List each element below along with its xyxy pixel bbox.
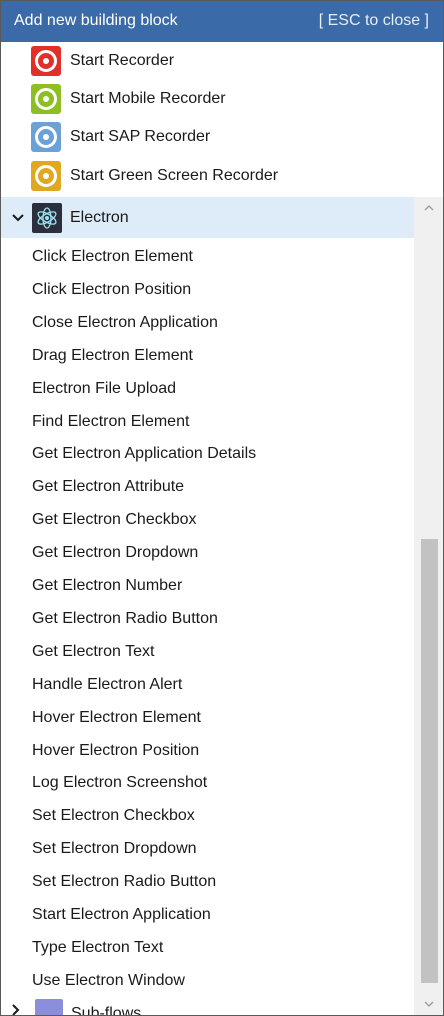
- scroll-up-button[interactable]: [414, 197, 443, 219]
- action-item[interactable]: Click Electron Element: [32, 240, 402, 273]
- action-item[interactable]: Click Electron Position: [32, 273, 402, 306]
- action-item[interactable]: Hover Electron Element: [32, 701, 402, 734]
- action-item[interactable]: Log Electron Screenshot: [32, 766, 402, 799]
- chevron-down-icon[interactable]: [12, 213, 24, 222]
- action-item[interactable]: Find Electron Element: [32, 405, 402, 438]
- recorder-label: Start Recorder: [70, 52, 175, 69]
- start-recorder-item[interactable]: Start Recorder: [31, 45, 411, 77]
- action-item[interactable]: Electron File Upload: [32, 372, 402, 405]
- action-item[interactable]: Hover Electron Position: [32, 734, 402, 767]
- start-sap-recorder-item[interactable]: Start SAP Recorder: [31, 121, 411, 153]
- scroll-down-button[interactable]: [414, 993, 443, 1015]
- action-item[interactable]: Get Electron Number: [32, 569, 402, 602]
- action-item[interactable]: Start Electron Application: [32, 898, 402, 931]
- electron-group-header[interactable]: Electron: [1, 197, 414, 238]
- chevron-right-icon[interactable]: [12, 1004, 24, 1015]
- green-screen-recorder-icon: [31, 161, 61, 191]
- action-item[interactable]: Set Electron Dropdown: [32, 832, 402, 865]
- building-block-panel: Add new building block [ ESC to close ] …: [0, 0, 444, 1016]
- recorder-icon: [31, 46, 61, 76]
- sap-recorder-icon: [31, 122, 61, 152]
- action-item[interactable]: Get Electron Dropdown: [32, 536, 402, 569]
- sub-flows-label: Sub-flows: [71, 1005, 142, 1016]
- action-item[interactable]: Get Electron Text: [32, 635, 402, 668]
- vertical-scrollbar[interactable]: [414, 197, 443, 1015]
- electron-group-label: Electron: [70, 208, 129, 226]
- action-item[interactable]: Handle Electron Alert: [32, 668, 402, 701]
- panel-header: Add new building block [ ESC to close ]: [1, 1, 443, 42]
- action-item[interactable]: Drag Electron Element: [32, 339, 402, 372]
- action-item[interactable]: Set Electron Radio Button: [32, 865, 402, 898]
- action-item[interactable]: Get Electron Application Details: [32, 437, 402, 470]
- start-mobile-recorder-item[interactable]: Start Mobile Recorder: [31, 83, 411, 115]
- action-item[interactable]: Use Electron Window: [32, 964, 402, 997]
- mobile-recorder-icon: [31, 84, 61, 114]
- action-item[interactable]: Set Electron Checkbox: [32, 799, 402, 832]
- electron-logo-icon: [32, 202, 62, 233]
- sub-flows-icon: [35, 999, 63, 1015]
- start-green-screen-recorder-item[interactable]: Start Green Screen Recorder: [31, 160, 411, 192]
- mobile-recorder-label: Start Mobile Recorder: [70, 90, 226, 107]
- sub-flows-group-header[interactable]: Sub-flows: [1, 996, 414, 1016]
- close-hint[interactable]: [ ESC to close ]: [319, 12, 429, 30]
- sap-recorder-label: Start SAP Recorder: [70, 128, 211, 145]
- panel-title: Add new building block: [14, 12, 178, 29]
- action-item[interactable]: Close Electron Application: [32, 306, 402, 339]
- action-item[interactable]: Get Electron Radio Button: [32, 602, 402, 635]
- action-item[interactable]: Get Electron Attribute: [32, 470, 402, 503]
- scrollbar-thumb[interactable]: [421, 539, 438, 983]
- action-item[interactable]: Type Electron Text: [32, 931, 402, 964]
- action-item[interactable]: Get Electron Checkbox: [32, 503, 402, 536]
- green-screen-recorder-label: Start Green Screen Recorder: [70, 167, 279, 184]
